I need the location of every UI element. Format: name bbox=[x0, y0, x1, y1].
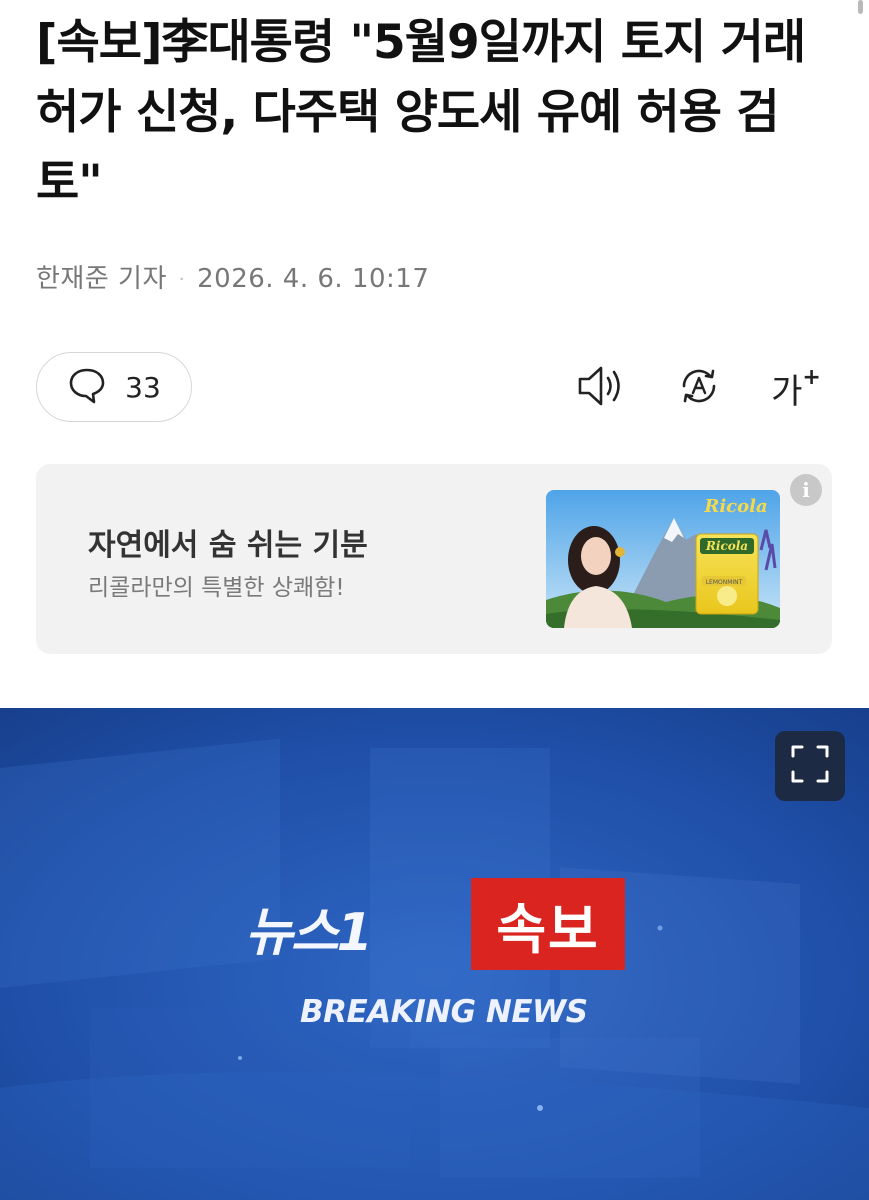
ad-pack-flavor: LEMONMINT bbox=[706, 579, 743, 586]
advertisement-banner[interactable]: 자연에서 숨 쉬는 기분 리콜라만의 특별한 상쾌함! i Ricola Ric… bbox=[36, 464, 832, 654]
breaking-badge: 속보 bbox=[471, 878, 625, 970]
scrollbar[interactable] bbox=[858, 0, 863, 14]
translate-button[interactable] bbox=[671, 360, 727, 416]
article-headline: [속보]李대통령 "5월9일까지 토지 거래허가 신청, 다주택 양도세 유예 … bbox=[36, 15, 806, 210]
reporter-name[interactable]: 한재준 기자 bbox=[36, 264, 167, 294]
info-icon[interactable]: i bbox=[790, 474, 822, 506]
speech-bubble-icon bbox=[67, 365, 107, 409]
ad-pack-logo: Ricola bbox=[705, 539, 748, 553]
comment-count: 33 bbox=[125, 370, 161, 404]
news1-logo: 뉴스1 속보 bbox=[245, 878, 625, 970]
font-size-plus: + bbox=[802, 365, 821, 391]
ad-title: 자연에서 숨 쉬는 기분 bbox=[88, 528, 368, 563]
font-size-glyph: 가 bbox=[771, 371, 803, 412]
ad-brand-logo: Ricola bbox=[703, 496, 767, 517]
font-size-button[interactable]: 가+ bbox=[768, 360, 824, 416]
news1-brand-text: 뉴스1 bbox=[245, 903, 373, 963]
breaking-news-caption: BREAKING NEWS bbox=[300, 994, 588, 1030]
article-byline: 한재준 기자 · 2026. 4. 6. 10:17 bbox=[36, 258, 429, 295]
byline-separator: · bbox=[178, 269, 186, 290]
fullscreen-icon bbox=[790, 744, 830, 788]
publish-timestamp: 2026. 4. 6. 10:17 bbox=[197, 264, 430, 294]
ad-subtitle: 리콜라만의 특별한 상쾌함! bbox=[88, 575, 345, 601]
ad-image[interactable]: Ricola Ricola LEMONMINT bbox=[546, 490, 780, 628]
read-aloud-button[interactable] bbox=[574, 360, 630, 416]
speaker-icon bbox=[575, 362, 629, 414]
comment-button[interactable]: 33 bbox=[36, 352, 192, 422]
auto-translate-icon bbox=[674, 361, 724, 415]
font-size-label: 가+ bbox=[771, 364, 821, 413]
fullscreen-button[interactable] bbox=[775, 731, 845, 801]
